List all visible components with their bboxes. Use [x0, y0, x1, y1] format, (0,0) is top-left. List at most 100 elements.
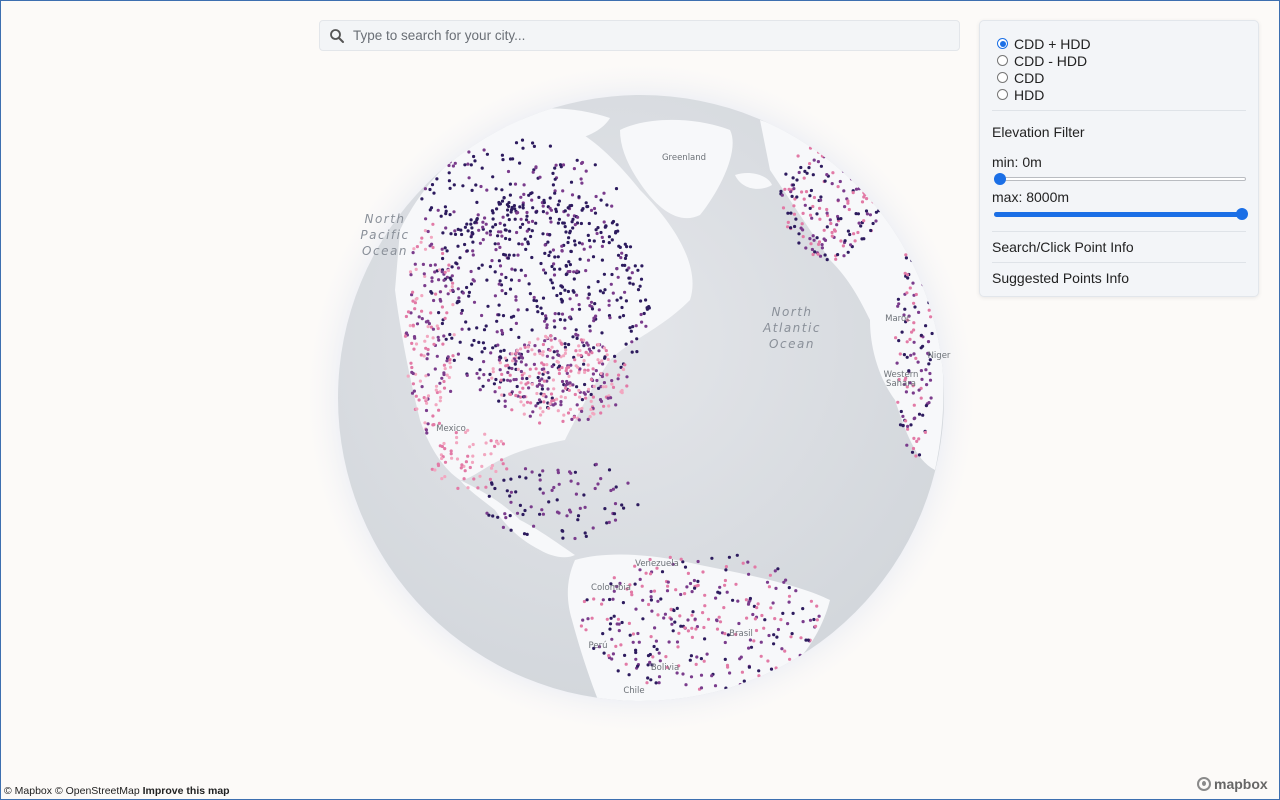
station-point[interactable]	[501, 314, 506, 318]
station-point[interactable]	[551, 248, 556, 252]
station-point[interactable]	[529, 234, 533, 239]
station-point[interactable]	[568, 470, 572, 474]
station-point[interactable]	[576, 514, 581, 518]
station-point[interactable]	[466, 229, 470, 233]
station-point[interactable]	[586, 363, 590, 367]
station-point[interactable]	[571, 335, 575, 339]
station-point[interactable]	[656, 613, 660, 617]
station-point[interactable]	[600, 331, 604, 335]
station-point[interactable]	[898, 352, 902, 356]
station-point[interactable]	[542, 200, 547, 205]
station-point[interactable]	[596, 226, 600, 230]
station-point[interactable]	[572, 290, 576, 294]
station-point[interactable]	[784, 578, 788, 582]
station-point[interactable]	[628, 281, 632, 285]
station-point[interactable]	[443, 246, 447, 250]
station-point[interactable]	[756, 602, 760, 606]
station-point[interactable]	[516, 308, 520, 312]
station-point[interactable]	[491, 217, 495, 221]
station-point[interactable]	[646, 654, 651, 658]
station-point[interactable]	[573, 470, 578, 474]
station-point[interactable]	[620, 391, 624, 395]
station-point[interactable]	[683, 626, 687, 630]
station-point[interactable]	[428, 208, 432, 212]
station-point[interactable]	[831, 171, 835, 175]
station-point[interactable]	[459, 466, 463, 470]
station-point[interactable]	[753, 565, 757, 569]
station-point[interactable]	[702, 625, 706, 630]
station-point[interactable]	[547, 500, 551, 504]
station-point[interactable]	[842, 189, 846, 193]
station-point[interactable]	[472, 477, 476, 481]
station-point[interactable]	[410, 365, 414, 370]
station-point[interactable]	[518, 161, 522, 165]
station-point[interactable]	[865, 197, 869, 201]
station-point[interactable]	[928, 371, 932, 376]
station-point[interactable]	[589, 208, 594, 212]
station-point[interactable]	[502, 348, 506, 352]
station-point[interactable]	[833, 229, 837, 233]
station-point[interactable]	[470, 357, 474, 361]
station-point[interactable]	[449, 365, 453, 369]
station-point[interactable]	[528, 292, 533, 296]
station-point[interactable]	[463, 225, 467, 229]
station-point[interactable]	[817, 614, 821, 618]
station-point[interactable]	[503, 356, 507, 360]
station-point[interactable]	[437, 278, 441, 282]
station-point[interactable]	[538, 175, 542, 179]
station-point[interactable]	[496, 515, 500, 519]
radio-cdd-plus-hdd[interactable]	[997, 38, 1008, 49]
station-point[interactable]	[515, 384, 519, 389]
station-point[interactable]	[501, 462, 505, 466]
station-point[interactable]	[502, 196, 506, 200]
station-point[interactable]	[791, 176, 795, 180]
station-point[interactable]	[592, 316, 596, 320]
station-point[interactable]	[438, 399, 442, 403]
station-point[interactable]	[744, 598, 749, 602]
station-point[interactable]	[444, 226, 448, 230]
station-point[interactable]	[521, 146, 525, 150]
station-point[interactable]	[540, 387, 545, 391]
station-point[interactable]	[425, 334, 429, 338]
station-point[interactable]	[640, 320, 644, 324]
station-point[interactable]	[423, 421, 427, 425]
station-point[interactable]	[586, 368, 590, 372]
station-point[interactable]	[690, 626, 694, 630]
station-point[interactable]	[487, 513, 491, 517]
station-point[interactable]	[580, 406, 584, 411]
station-point[interactable]	[593, 211, 598, 215]
station-point[interactable]	[446, 292, 450, 296]
station-point[interactable]	[808, 213, 813, 217]
station-point[interactable]	[718, 585, 722, 589]
station-point[interactable]	[905, 273, 910, 277]
station-point[interactable]	[718, 620, 723, 624]
station-point[interactable]	[466, 162, 470, 166]
station-point[interactable]	[558, 163, 563, 167]
station-point[interactable]	[576, 333, 580, 337]
station-point[interactable]	[488, 477, 492, 481]
station-point[interactable]	[541, 350, 545, 354]
station-point[interactable]	[818, 206, 822, 210]
station-point[interactable]	[586, 617, 590, 621]
station-point[interactable]	[741, 561, 745, 565]
station-point[interactable]	[488, 265, 492, 269]
station-point[interactable]	[736, 599, 740, 603]
station-point[interactable]	[548, 206, 552, 210]
station-point[interactable]	[438, 381, 442, 385]
station-point[interactable]	[473, 159, 477, 163]
station-point[interactable]	[431, 222, 435, 226]
station-point[interactable]	[521, 512, 525, 517]
station-point[interactable]	[592, 206, 597, 211]
station-point[interactable]	[581, 618, 585, 622]
station-point[interactable]	[573, 223, 577, 227]
station-point[interactable]	[807, 166, 811, 170]
station-point[interactable]	[862, 237, 866, 241]
station-point[interactable]	[627, 621, 632, 626]
station-point[interactable]	[502, 478, 506, 482]
station-point[interactable]	[849, 243, 853, 247]
station-point[interactable]	[911, 446, 916, 451]
station-point[interactable]	[509, 210, 513, 214]
station-point[interactable]	[491, 367, 495, 371]
station-point[interactable]	[610, 379, 614, 383]
station-point[interactable]	[464, 320, 468, 324]
